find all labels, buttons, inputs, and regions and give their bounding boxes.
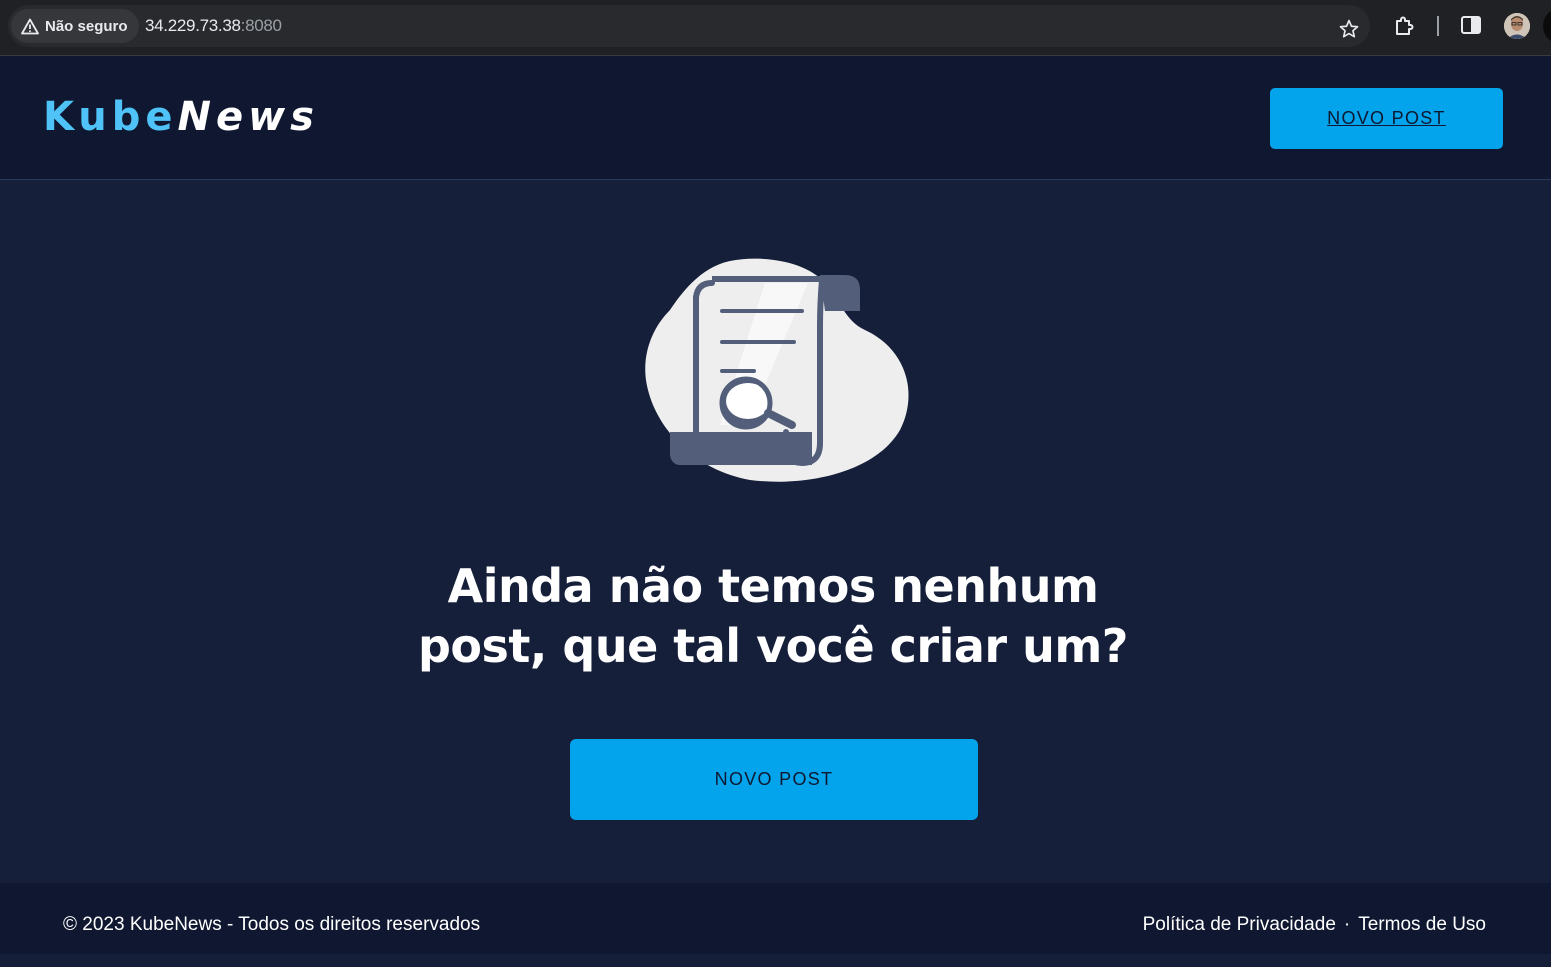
footer-separator: · xyxy=(1343,914,1351,935)
address-bar[interactable]: Não seguro 34.229.73.38:8080 xyxy=(8,5,1370,47)
security-label: Não seguro xyxy=(45,17,128,35)
profile-picture xyxy=(1504,13,1530,39)
header-new-post-button[interactable]: NOVO POST xyxy=(1270,88,1503,149)
security-chip[interactable]: Não seguro xyxy=(11,9,139,43)
document-search-illustration xyxy=(645,258,909,482)
logo[interactable]: KubeNews xyxy=(43,93,319,141)
side-panel-icon[interactable] xyxy=(1460,14,1482,36)
star-icon[interactable] xyxy=(1338,18,1360,40)
copyright-text: © 2023 KubeNews - Todos os direitos rese… xyxy=(63,914,481,935)
url-host: 34.229.73.38 xyxy=(145,16,241,35)
logo-news: News xyxy=(177,94,319,140)
new-post-button[interactable]: NOVO POST xyxy=(570,739,978,820)
logo-kube: Kube xyxy=(43,94,178,140)
headline-line1: Ainda não temos nenhum xyxy=(447,559,1099,613)
site-header: KubeNews NOVO POST xyxy=(0,56,1551,180)
toolbar-divider xyxy=(1437,16,1439,36)
empty-state-headline: Ainda não temos nenhum post, que tal voc… xyxy=(300,556,1246,676)
url-text[interactable]: 34.229.73.38:8080 xyxy=(145,5,282,47)
url-port: :8080 xyxy=(240,16,282,35)
footer-links: Política de Privacidade · Termos de Uso xyxy=(1143,883,1486,967)
puzzle-icon[interactable] xyxy=(1393,14,1417,38)
terms-of-use-link[interactable]: Termos de Uso xyxy=(1358,914,1486,936)
privacy-policy-link[interactable]: Política de Privacidade xyxy=(1143,914,1336,936)
site-footer: © 2023 KubeNews - Todos os direitos rese… xyxy=(0,883,1551,954)
avatar[interactable] xyxy=(1504,13,1530,39)
browser-toolbar: Não seguro 34.229.73.38:8080 xyxy=(0,0,1551,56)
headline-line2: post, que tal você criar um? xyxy=(418,619,1128,673)
menu-edge xyxy=(1543,9,1551,43)
warning-triangle-icon xyxy=(21,18,39,34)
